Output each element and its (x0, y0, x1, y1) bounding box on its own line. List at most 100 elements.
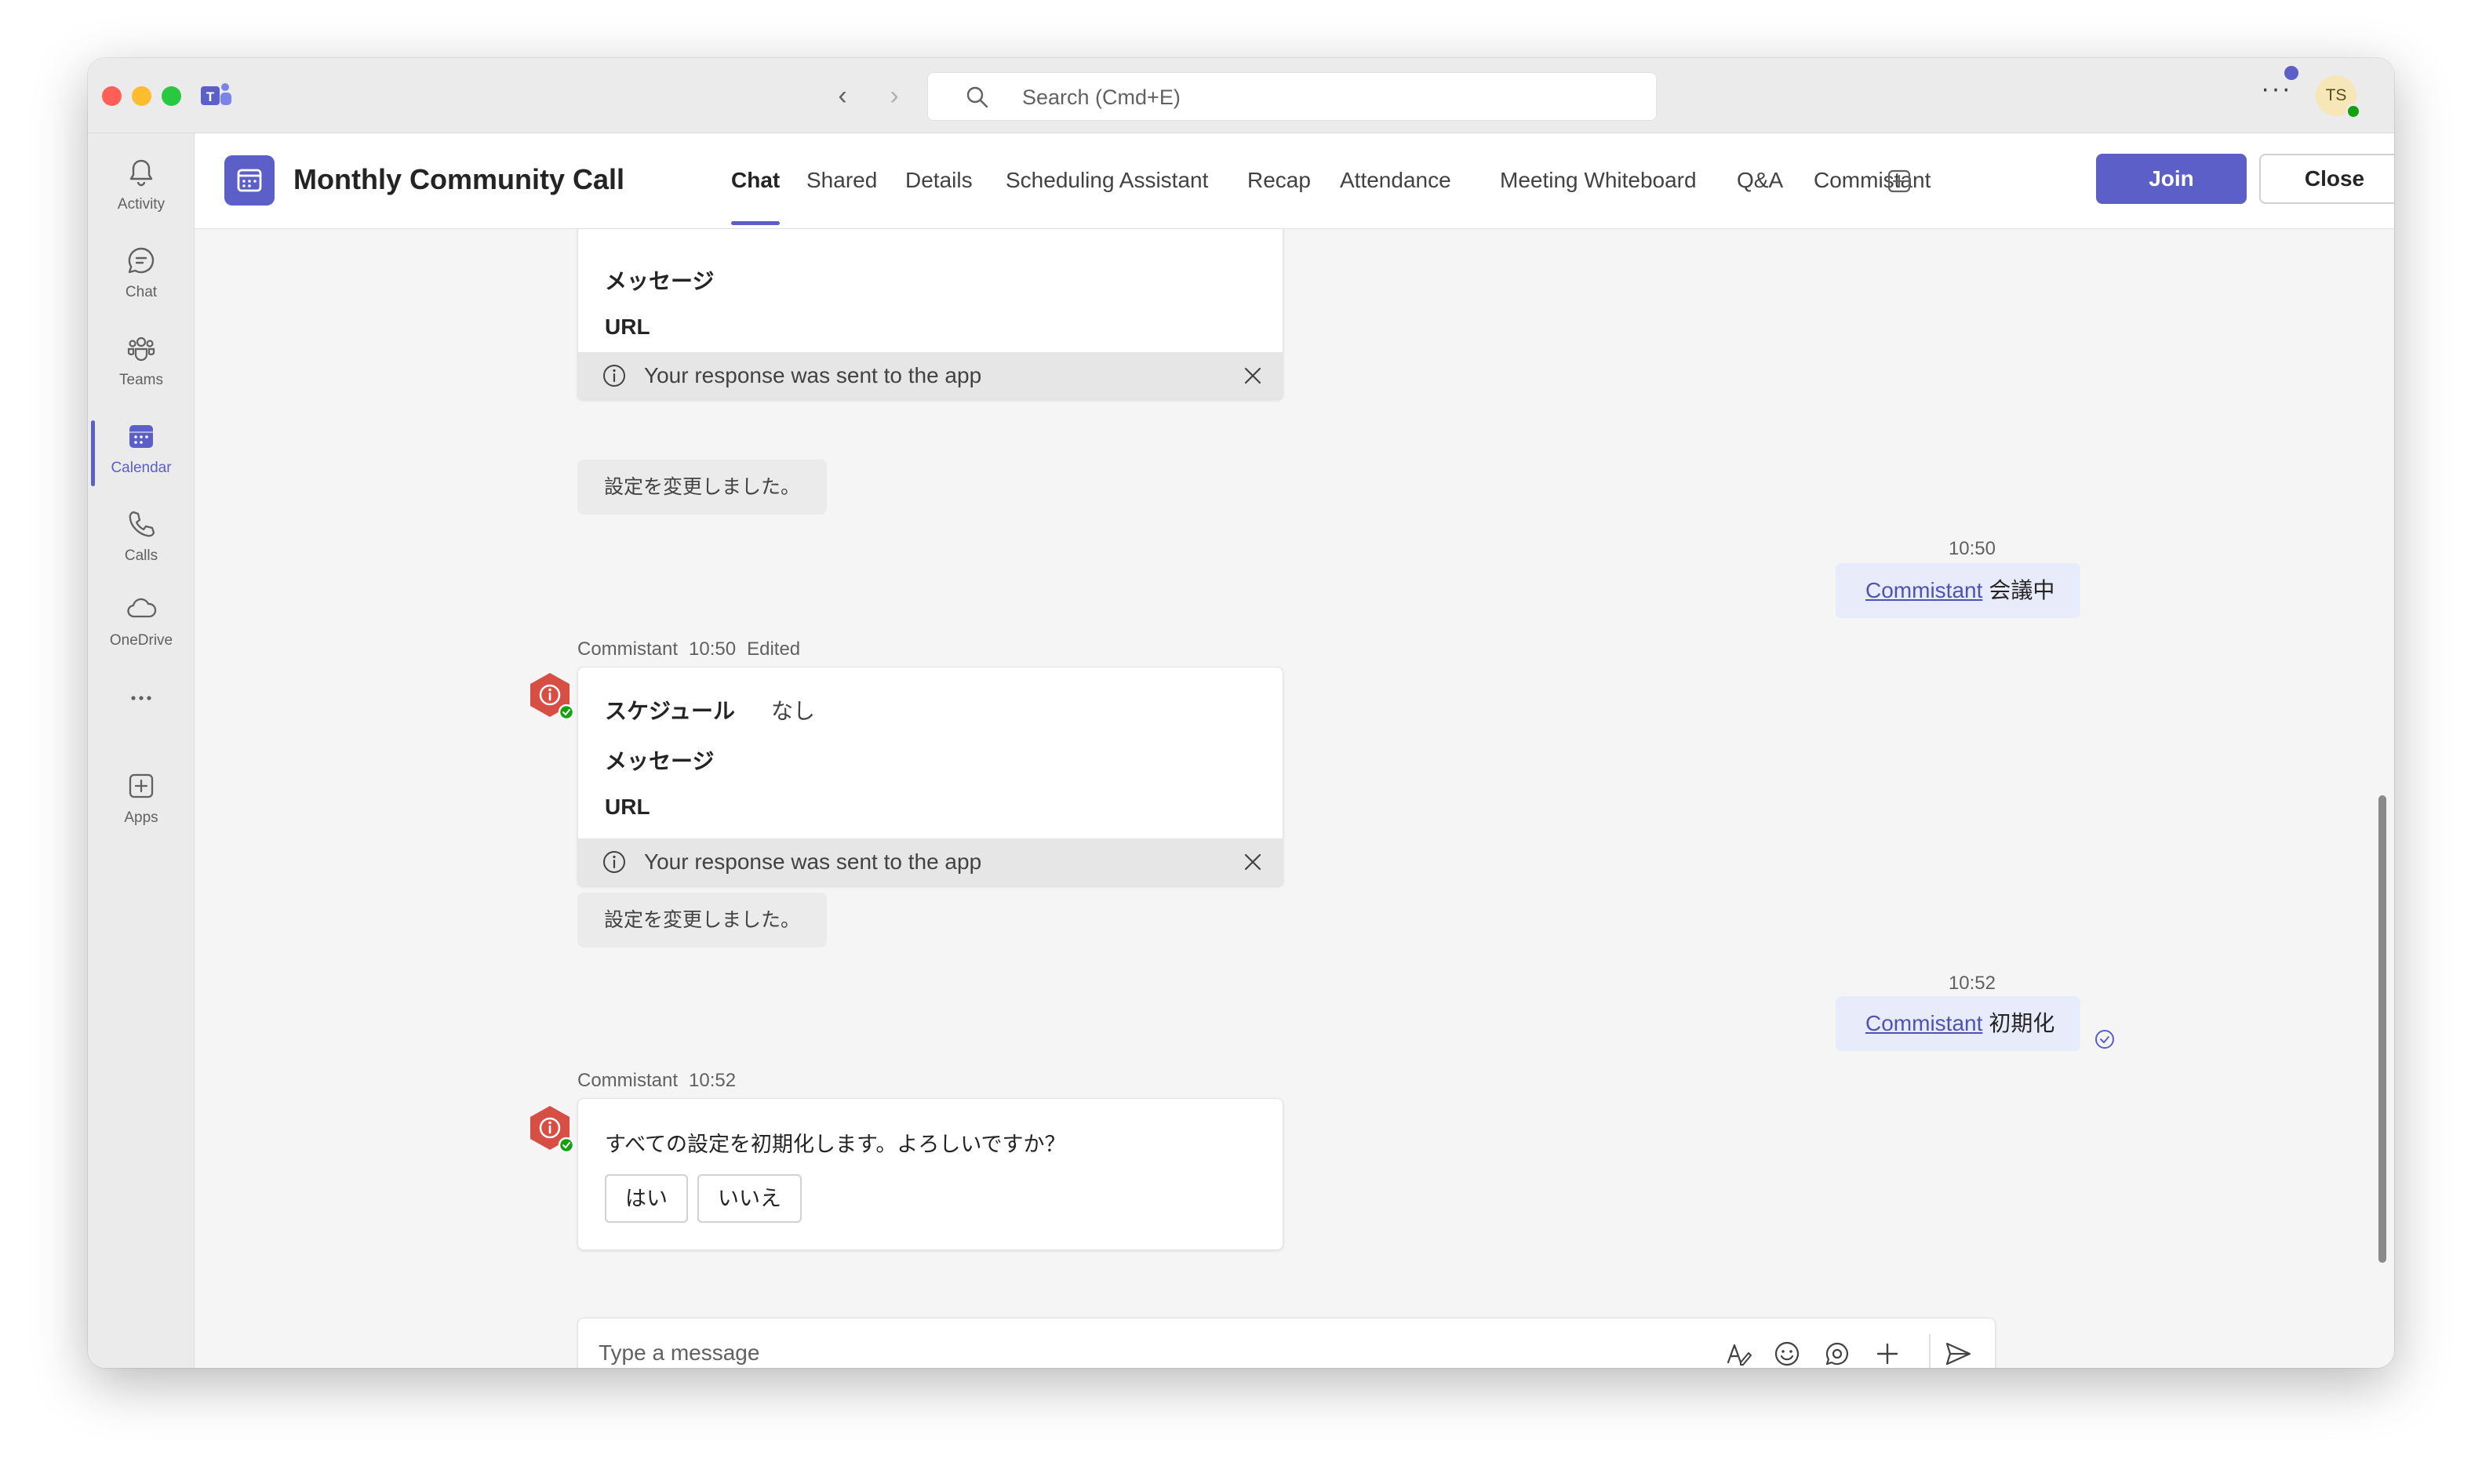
rail-item-activity[interactable]: Activity (88, 147, 195, 226)
message-time: 10:52 (689, 1070, 737, 1091)
bot-card: メッセージ URL Your response was sent to the … (577, 229, 1283, 400)
teams-icon (127, 336, 155, 362)
rail-label: Calendar (111, 460, 172, 476)
settings-changed-note: 設定を変更しました。 (577, 893, 828, 948)
rail-item-calls[interactable]: Calls (88, 499, 195, 577)
commistant-bot-avatar (530, 1106, 575, 1154)
minimize-window-button[interactable] (132, 86, 151, 106)
confirm-card: すべての設定を初期化します。よろしいですか？ はい いいえ (577, 1098, 1283, 1250)
card-row-label: メッセージ (605, 269, 715, 293)
response-sent-bar: Your response was sent to the app (578, 352, 1283, 399)
sender-name: Commistant (577, 1070, 679, 1091)
rail-label: Teams (119, 372, 163, 388)
tab-chat[interactable]: Chat (731, 168, 780, 193)
card-row: スケジュール なし (605, 699, 816, 723)
loop-component-icon[interactable] (1822, 1339, 1852, 1368)
close-button[interactable]: Close (2259, 154, 2394, 204)
yes-button[interactable]: はい (605, 1174, 688, 1223)
presence-available-icon (2346, 104, 2361, 119)
svg-text:T: T (206, 89, 215, 104)
teams-logo-icon: T (201, 83, 231, 105)
app-rail: Activity Chat Teams Calendar Calls OneDr… (88, 133, 195, 1368)
tab-details[interactable]: Details (905, 168, 973, 193)
rail-label: Activity (117, 196, 166, 213)
message-composer[interactable]: Type a message (577, 1318, 1996, 1368)
read-receipt-icon (2095, 1030, 2114, 1049)
rail-label: OneDrive (109, 632, 173, 649)
tab-attendance[interactable]: Attendance (1340, 168, 1451, 193)
emoji-icon[interactable] (1772, 1339, 1802, 1368)
response-sent-bar: Your response was sent to the app (578, 838, 1283, 886)
message-text: 初期化 (1989, 1011, 2055, 1035)
join-button[interactable]: Join (2096, 154, 2247, 204)
chat-scrollbar[interactable] (2378, 795, 2386, 1263)
dismiss-icon[interactable] (1242, 365, 1264, 387)
message-text: 会議中 (1989, 578, 2055, 602)
sender-name: Commistant (577, 638, 679, 660)
mention-link[interactable]: Commistant (1865, 1011, 1982, 1035)
bell-icon (129, 159, 153, 187)
chat-pane: メッセージ URL Your response was sent to the … (195, 229, 2394, 1368)
tab-shared[interactable]: Shared (806, 168, 877, 193)
tab-scheduling-assistant[interactable]: Scheduling Assistant (1006, 168, 1208, 193)
back-arrow-icon[interactable]: ‹ (828, 82, 857, 110)
zoom-window-button[interactable] (162, 86, 181, 106)
cloud-icon (127, 598, 157, 618)
rail-item-apps[interactable]: Apps (88, 761, 195, 839)
meeting-title: Monthly Community Call (293, 163, 624, 195)
card-row: URL (605, 795, 650, 819)
rail-item-more[interactable] (88, 673, 195, 751)
rail-item-teams[interactable]: Teams (88, 323, 195, 402)
commistant-bot-avatar (530, 673, 575, 721)
info-icon (603, 851, 625, 873)
notification-dot (2284, 66, 2298, 80)
active-tab-indicator (731, 221, 780, 225)
my-message: Commistant 会議中 (1836, 563, 2080, 618)
calendar-icon (129, 425, 153, 448)
card-row-label: URL (605, 315, 650, 339)
teams-window: T ‹ › Search (Cmd+E) ··· TS Activity Cha… (88, 58, 2394, 1368)
search-input[interactable]: Search (Cmd+E) (927, 72, 1657, 121)
my-message: Commistant 初期化 (1836, 996, 2080, 1051)
add-attachment-icon[interactable] (1872, 1339, 1902, 1368)
chat-icon (128, 247, 155, 274)
message-time: 10:50 (689, 638, 737, 660)
title-bar: T ‹ › Search (Cmd+E) ··· TS (88, 58, 2394, 133)
info-icon (603, 365, 625, 387)
rail-item-onedrive[interactable]: OneDrive (88, 584, 195, 662)
response-sent-text: Your response was sent to the app (644, 363, 982, 387)
mention-link[interactable]: Commistant (1865, 578, 1982, 602)
message-meta: Commistant 10:50 Edited (577, 638, 811, 660)
search-placeholder: Search (Cmd+E) (1022, 85, 1181, 109)
bot-card: スケジュール なし メッセージ URL Your response was sen… (577, 667, 1283, 886)
meeting-header: Monthly Community Call Chat Shared Detai… (195, 133, 2394, 229)
search-icon (966, 86, 988, 108)
tab-recap[interactable]: Recap (1247, 168, 1311, 193)
rail-label: Calls (124, 547, 158, 564)
forward-arrow-icon[interactable]: › (880, 82, 908, 110)
meeting-calendar-icon (224, 155, 275, 206)
no-button[interactable]: いいえ (697, 1174, 802, 1223)
close-window-button[interactable] (102, 86, 122, 106)
add-app-icon (129, 773, 154, 798)
more-icon (131, 696, 151, 700)
format-icon[interactable] (1723, 1339, 1753, 1368)
rail-item-calendar[interactable]: Calendar (88, 411, 195, 489)
tab-commistant[interactable]: Commistant (1814, 168, 1931, 193)
composer-placeholder: Type a message (599, 1340, 760, 1365)
message-time: 10:50 (1948, 538, 1996, 559)
rail-label: Apps (124, 809, 158, 826)
add-tab-icon[interactable] (1887, 169, 1911, 193)
tab-meeting-whiteboard[interactable]: Meeting Whiteboard (1500, 168, 1697, 193)
rail-item-chat[interactable]: Chat (88, 235, 195, 314)
card-row: メッセージ (605, 749, 715, 773)
rail-label: Chat (125, 284, 158, 300)
message-time: 10:52 (1948, 973, 1996, 994)
phone-icon (129, 511, 155, 537)
composer-separator (1929, 1334, 1931, 1368)
confirm-question: すべての設定を初期化します。よろしいですか？ (605, 1133, 1066, 1156)
tab-qa[interactable]: Q&A (1737, 168, 1783, 193)
send-icon[interactable] (1943, 1339, 1973, 1368)
edited-label: Edited (747, 638, 801, 660)
dismiss-icon[interactable] (1242, 851, 1264, 873)
